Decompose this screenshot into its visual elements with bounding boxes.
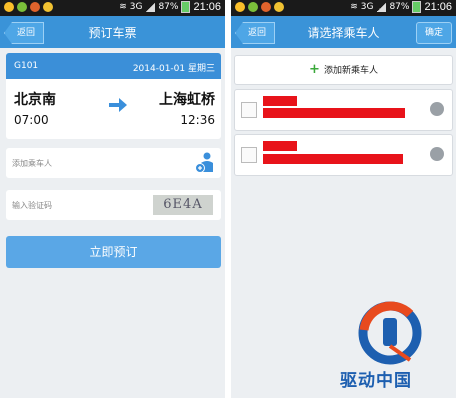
- battery-percent: 87%: [158, 2, 179, 12]
- train-header: G101 2014-01-01 星期三: [6, 53, 221, 79]
- add-passenger-label: 添加乘车人: [12, 159, 52, 168]
- watermark-logo: [358, 301, 422, 365]
- network-type: 3G: [360, 2, 374, 12]
- plus-icon: +: [309, 62, 320, 77]
- redacted-name: [263, 141, 297, 151]
- captcha-row: 输入验证码 6E4A: [6, 190, 221, 220]
- status-bar: ≋ 3G 87% 21:06: [231, 0, 456, 16]
- title-bar: 返回 预订车票: [0, 16, 225, 48]
- notification-icon: [261, 2, 271, 12]
- edit-icon[interactable]: [430, 102, 444, 116]
- notification-icon: [4, 2, 14, 12]
- notification-icon: [30, 2, 40, 12]
- watermark-text: 驱动中国: [340, 371, 412, 391]
- passenger-checkbox[interactable]: [241, 147, 257, 163]
- notification-icon: [274, 2, 284, 12]
- clock: 21:06: [424, 1, 452, 13]
- status-bar: ≋ 3G 87% 21:06: [0, 0, 225, 16]
- notification-icon: [235, 2, 245, 12]
- redacted-id: [263, 108, 405, 118]
- redacted-name: [263, 96, 297, 106]
- signal-icon: [145, 2, 156, 12]
- battery-icon: [412, 1, 422, 13]
- book-now-button[interactable]: 立即预订: [6, 236, 221, 268]
- wifi-icon: ≋: [119, 2, 127, 12]
- add-passenger-row[interactable]: 添加乘车人: [6, 148, 221, 178]
- edit-icon[interactable]: [430, 147, 444, 161]
- travel-date: 2014-01-01 星期三: [132, 64, 215, 74]
- add-new-passenger-button[interactable]: + 添加新乘车人: [234, 55, 453, 85]
- train-number: G101: [14, 61, 39, 71]
- add-person-icon[interactable]: [195, 152, 215, 174]
- battery-percent: 87%: [389, 2, 410, 12]
- page-title: 预订车票: [88, 26, 137, 40]
- passenger-item[interactable]: [234, 89, 453, 131]
- arrow-right-icon: [109, 98, 127, 112]
- train-info-card: 北京南 上海虹桥 07:00 12:36: [6, 79, 221, 139]
- departure-station: 北京南: [14, 92, 56, 108]
- confirm-button[interactable]: 确定: [415, 22, 452, 44]
- title-bar: 返回 请选择乘车人 确定: [231, 16, 456, 48]
- captcha-image[interactable]: 6E4A: [153, 195, 213, 215]
- notification-icon: [17, 2, 27, 12]
- left-screen: ≋ 3G 87% 21:06 返回 预订车票 G101 2014-01-01 星…: [0, 0, 225, 398]
- clock: 21:06: [193, 1, 221, 13]
- arrival-time: 12:36: [180, 113, 215, 127]
- departure-time: 07:00: [14, 113, 49, 127]
- signal-icon: [376, 2, 387, 12]
- network-type: 3G: [129, 2, 143, 12]
- battery-icon: [181, 1, 191, 13]
- wifi-icon: ≋: [350, 2, 358, 12]
- passenger-item[interactable]: [234, 134, 453, 176]
- passenger-checkbox[interactable]: [241, 102, 257, 118]
- redacted-id: [263, 154, 403, 164]
- notification-icon: [43, 2, 53, 12]
- arrival-station: 上海虹桥: [159, 92, 215, 108]
- captcha-input[interactable]: 输入验证码: [12, 200, 52, 211]
- notification-icon: [248, 2, 258, 12]
- add-new-passenger-label: 添加新乘车人: [323, 66, 378, 76]
